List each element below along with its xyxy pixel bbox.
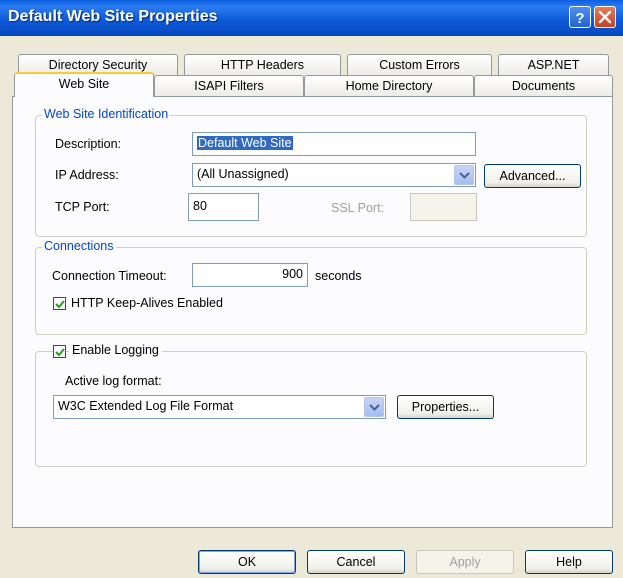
svg-text:?: ? (575, 10, 584, 27)
active-log-format-label: Active log format: (65, 374, 162, 388)
checkmark-icon (55, 300, 65, 309)
chevron-down-icon (369, 404, 380, 411)
checkmark-icon (55, 348, 65, 357)
connection-timeout-value: 900 (282, 267, 303, 281)
log-properties-button[interactable]: Properties... (397, 395, 494, 419)
log-format-dropdown-button[interactable] (364, 397, 384, 417)
tcp-port-input[interactable]: 80 (188, 193, 259, 221)
connection-timeout-label: Connection Timeout: (52, 269, 167, 283)
tcp-port-value: 80 (193, 199, 207, 213)
keepalive-label: HTTP Keep-Alives Enabled (71, 296, 223, 310)
ssl-port-label: SSL Port: (331, 201, 385, 215)
enable-logging-label: Enable Logging (69, 343, 162, 357)
ip-address-label: IP Address: (55, 168, 119, 182)
group-connections: Connections (35, 239, 587, 335)
log-format-value: W3C Extended Log File Format (58, 399, 234, 413)
help-title-button[interactable]: ? (569, 6, 591, 28)
advanced-button[interactable]: Advanced... (484, 164, 581, 188)
tab-custom-errors[interactable]: Custom Errors (347, 54, 492, 76)
question-mark-icon: ? (575, 10, 584, 27)
ip-address-select[interactable]: (All Unassigned) (192, 163, 476, 187)
ip-address-dropdown-button[interactable] (454, 165, 474, 185)
tab-home-directory[interactable]: Home Directory (304, 75, 474, 97)
tab-web-site[interactable]: Web Site (14, 72, 154, 97)
ok-button[interactable]: OK (198, 550, 296, 574)
tab-panel-web-site: Web Site Identification Description: Def… (12, 96, 613, 528)
description-input[interactable]: Default Web Site (192, 132, 476, 156)
ip-address-value: (All Unassigned) (197, 167, 289, 181)
tab-documents[interactable]: Documents (474, 75, 613, 97)
description-value: Default Web Site (197, 136, 293, 150)
title-bar[interactable]: Default Web Site Properties ? (0, 0, 623, 36)
tab-isapi-filters[interactable]: ISAPI Filters (154, 75, 304, 97)
help-button[interactable]: Help (525, 550, 613, 574)
window-title: Default Web Site Properties (8, 8, 218, 25)
group-legend-identification: Web Site Identification (42, 107, 171, 121)
enable-logging-checkbox[interactable] (53, 345, 66, 358)
log-format-select[interactable]: W3C Extended Log File Format (53, 395, 386, 419)
chevron-down-icon (459, 172, 470, 179)
cancel-button[interactable]: Cancel (307, 550, 405, 574)
keepalive-checkbox[interactable] (53, 297, 66, 310)
tcp-port-label: TCP Port: (55, 200, 110, 214)
connection-timeout-input[interactable]: 900 (192, 263, 308, 287)
ssl-port-input[interactable] (410, 193, 477, 221)
connection-timeout-unit: seconds (315, 269, 362, 283)
close-icon (598, 10, 612, 24)
close-button[interactable] (594, 6, 616, 28)
tab-http-headers[interactable]: HTTP Headers (184, 54, 341, 76)
group-legend-connections: Connections (42, 239, 116, 253)
description-label: Description: (55, 137, 121, 151)
apply-button[interactable]: Apply (416, 550, 514, 574)
tab-aspnet[interactable]: ASP.NET (498, 54, 609, 76)
